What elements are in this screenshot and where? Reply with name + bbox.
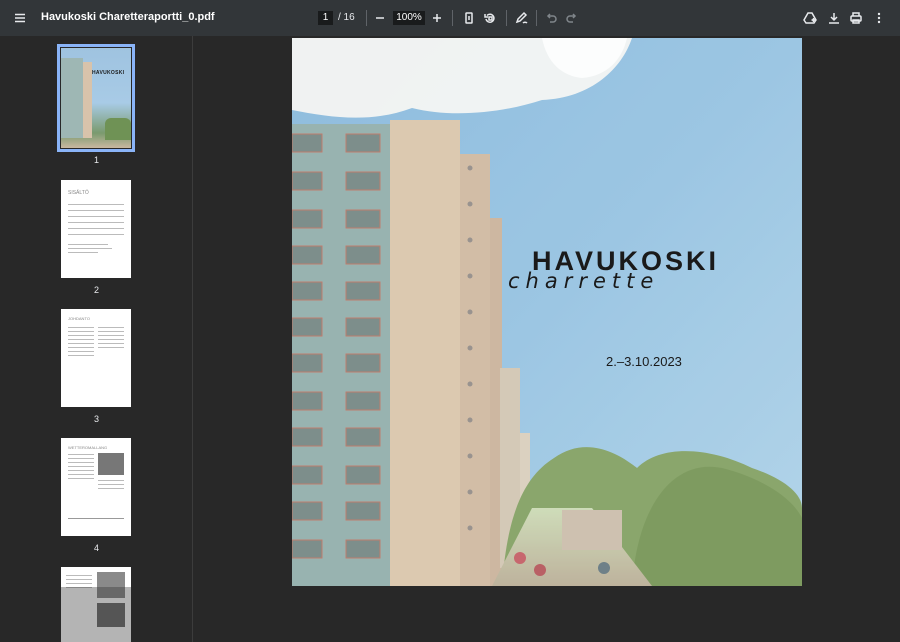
thumbnail-label: 2 [93,285,99,295]
toolbar-divider [366,10,367,26]
save-to-drive-icon[interactable] [798,6,822,30]
pdf-page-1[interactable]: HAVUKOSKI charrette 2.–3.10.2023 [292,38,802,586]
thumbnail-label: 3 [93,414,99,424]
thumbnail-label: 1 [93,155,99,165]
toolbar-divider [452,10,453,26]
thumbnail-heading: WETTEROMALLANG [68,445,108,450]
thumbnail-page-1[interactable]: HAVUKOSKI [57,44,135,152]
page-total: / 16 [338,12,355,23]
download-icon[interactable] [822,6,846,30]
thumbnail-label: 4 [93,543,99,553]
cover-photo [292,38,802,586]
zoom-out-icon[interactable] [368,6,392,30]
zoom-level-input[interactable]: 100% [393,11,425,25]
print-icon[interactable] [844,6,868,30]
more-options-icon[interactable] [867,6,891,30]
redo-icon[interactable] [560,6,584,30]
thumbnail-sidebar[interactable]: HAVUKOSKI 1 SISÄLTÖ 2 JOHDANTO 3 WETTERO… [0,36,193,642]
rotate-icon[interactable] [478,6,502,30]
cover-subtitle: charrette [508,269,660,293]
thumbnail-heading: JOHDANTO [68,316,90,321]
toolbar-divider [536,10,537,26]
thumbnail-page-3[interactable]: JOHDANTO [61,309,131,407]
pdf-toolbar: Havukoski Charetteraportti_0.pdf 1 / 16 … [0,0,900,36]
page-number-input[interactable]: 1 [318,11,333,25]
thumbnail-heading: HAVUKOSKI [92,70,125,76]
thumbnail-page-5[interactable] [61,567,131,642]
zoom-in-icon[interactable] [425,6,449,30]
toolbar-divider [506,10,507,26]
thumbnail-heading: SISÄLTÖ [68,190,89,196]
thumbnail-page-2[interactable]: SISÄLTÖ [61,180,131,278]
cover-date: 2.–3.10.2023 [606,354,682,369]
document-title: Havukoski Charetteraportti_0.pdf [41,11,215,23]
thumbnail-page-4[interactable]: WETTEROMALLANG [61,438,131,536]
draw-annotation-icon[interactable] [510,6,534,30]
menu-icon[interactable] [8,6,32,30]
